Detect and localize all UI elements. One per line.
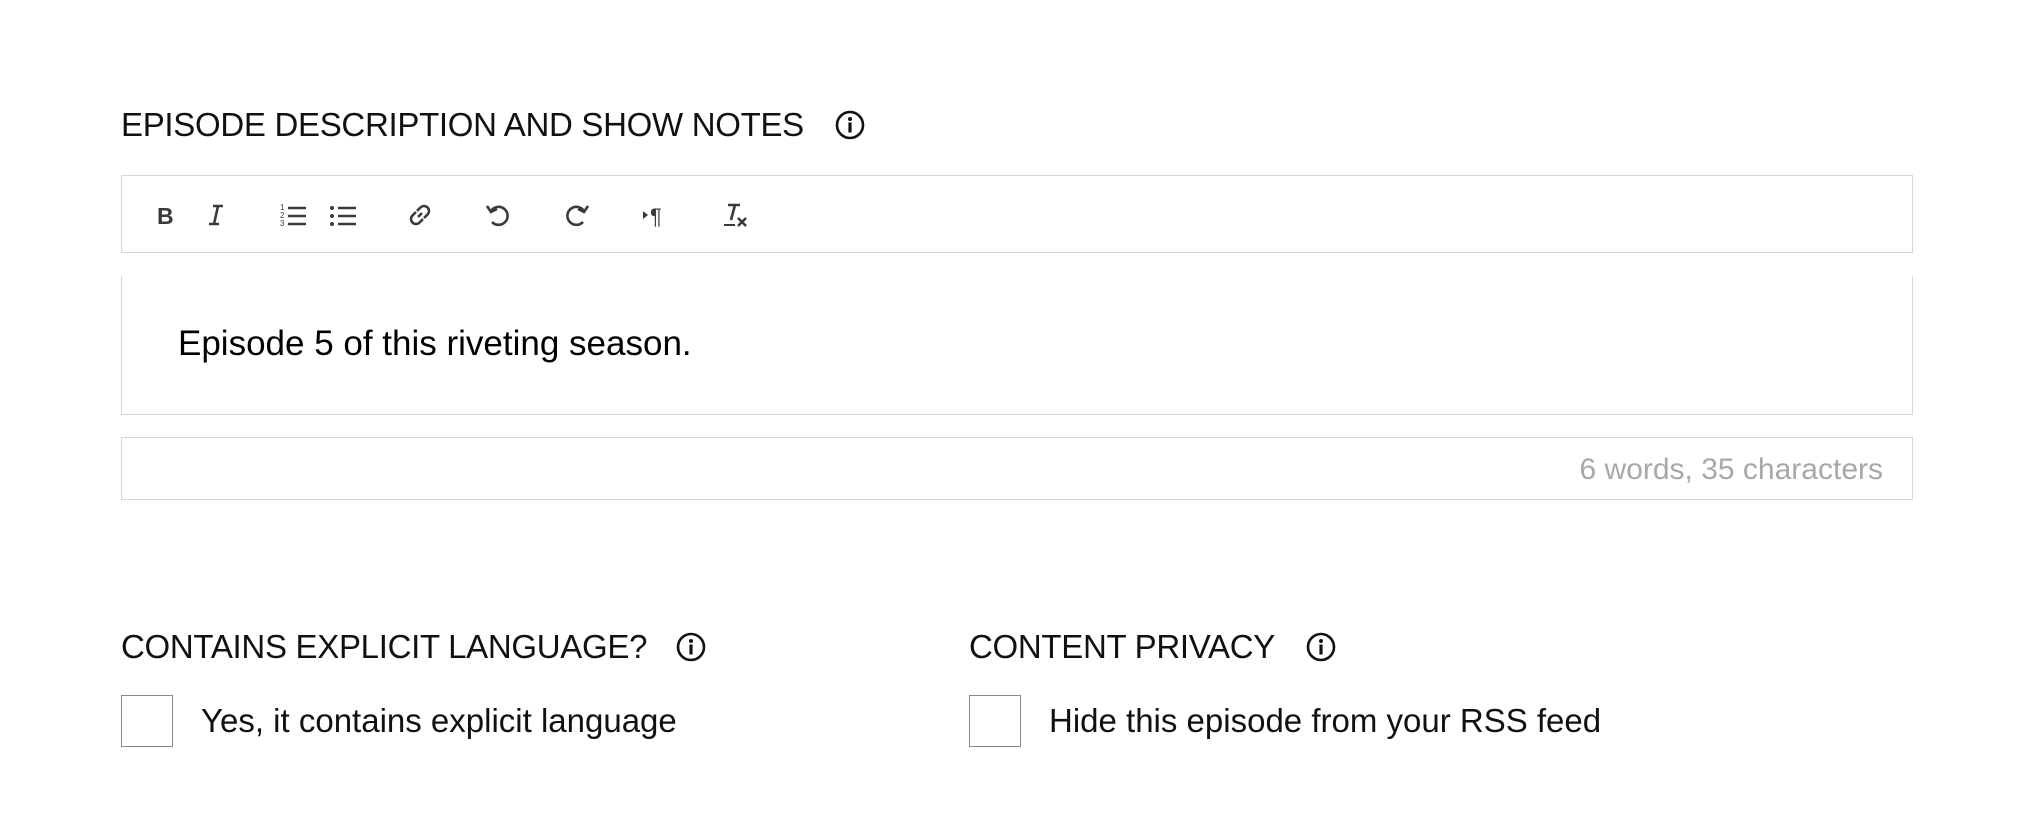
explicit-section-title: CONTAINS EXPLICIT LANGUAGE? [121, 625, 707, 669]
undo-icon [485, 205, 509, 227]
hide-from-rss-option: Hide this episode from your RSS feed [969, 695, 1601, 747]
word-count: 6 words, 35 characters [1579, 453, 1883, 486]
svg-text:¶: ¶ [650, 204, 662, 229]
ordered-list-icon: 1 2 3 [280, 203, 306, 228]
undo-button[interactable] [479, 197, 515, 233]
info-icon[interactable] [675, 631, 707, 663]
ltr-paragraph-button[interactable]: ¶ [638, 197, 674, 233]
info-icon[interactable] [1305, 631, 1337, 663]
privacy-title-label: CONTENT PRIVACY [969, 628, 1275, 665]
clear-formatting-icon [724, 203, 747, 227]
italic-icon [209, 204, 223, 226]
redo-button[interactable] [560, 197, 596, 233]
hide-from-rss-checkbox[interactable] [969, 695, 1021, 747]
explicit-language-label[interactable]: Yes, it contains explicit language [201, 702, 677, 740]
info-icon[interactable] [834, 109, 866, 141]
clear-formatting-button[interactable] [717, 197, 753, 233]
link-icon [409, 204, 431, 226]
editor-content[interactable]: Episode 5 of this riveting season. [178, 324, 692, 364]
bullet-list-button[interactable] [325, 197, 361, 233]
editor-toolbar: B 1 2 3 ¶ [121, 175, 1913, 253]
editor-status-bar: 6 words, 35 characters [121, 437, 1913, 500]
ltr-paragraph-icon: ¶ [643, 204, 662, 229]
description-section-title: EPISODE DESCRIPTION AND SHOW NOTES [121, 103, 866, 147]
explicit-language-option: Yes, it contains explicit language [121, 695, 677, 747]
description-title-label: EPISODE DESCRIPTION AND SHOW NOTES [121, 106, 804, 143]
italic-button[interactable] [198, 197, 234, 233]
link-button[interactable] [402, 197, 438, 233]
privacy-section-title: CONTENT PRIVACY [969, 625, 1337, 669]
hide-from-rss-label[interactable]: Hide this episode from your RSS feed [1049, 702, 1601, 740]
explicit-language-checkbox[interactable] [121, 695, 173, 747]
bold-icon: B [157, 203, 174, 229]
bullet-list-icon [330, 206, 356, 226]
svg-text:B: B [157, 203, 174, 229]
description-editor[interactable]: Episode 5 of this riveting season. [121, 276, 1913, 415]
explicit-title-label: CONTAINS EXPLICIT LANGUAGE? [121, 628, 648, 665]
svg-text:3: 3 [280, 219, 285, 228]
bold-button[interactable]: B [147, 197, 183, 233]
redo-icon [566, 205, 590, 227]
ordered-list-button[interactable]: 1 2 3 [275, 197, 311, 233]
